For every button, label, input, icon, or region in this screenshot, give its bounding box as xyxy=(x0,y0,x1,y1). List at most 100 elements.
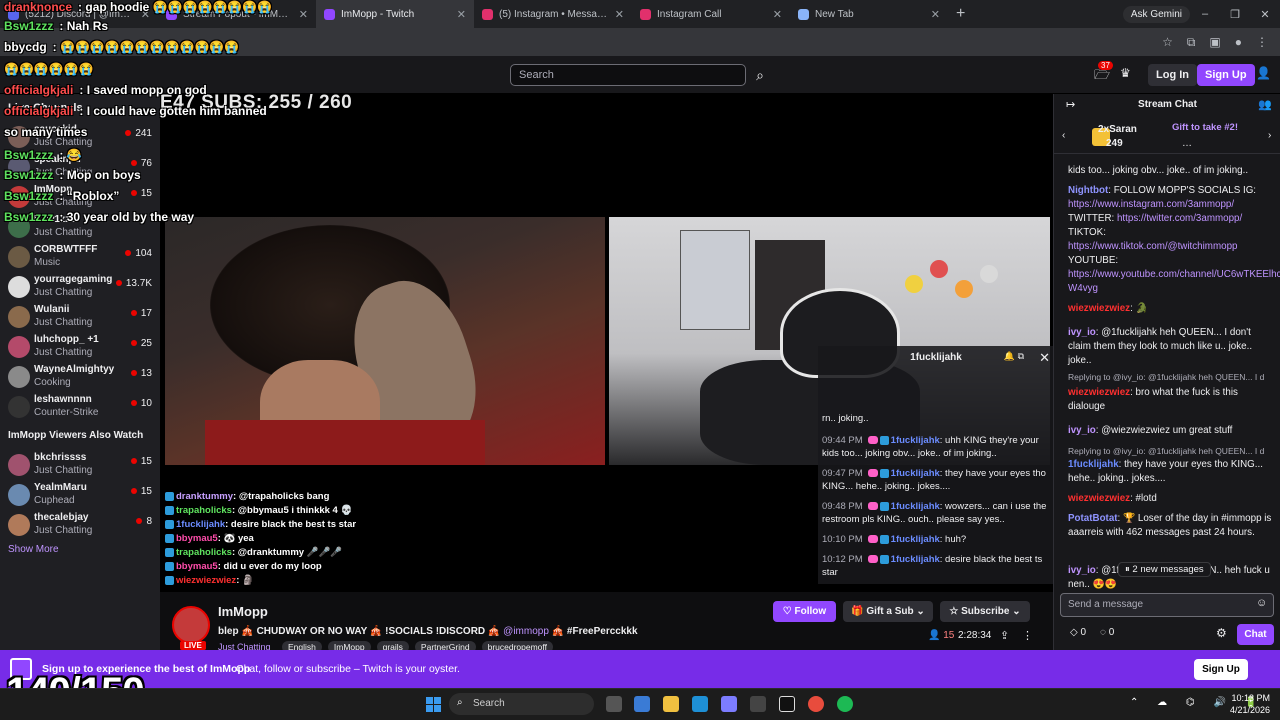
close-icon[interactable]: ✕ xyxy=(1039,350,1050,366)
search-input[interactable]: Search xyxy=(510,64,746,86)
app-icon[interactable] xyxy=(750,696,766,712)
popout-user[interactable]: 1fucklijahk xyxy=(891,468,940,479)
copilot-icon[interactable] xyxy=(634,696,650,712)
popout-actions[interactable]: 🔔 ⧉ xyxy=(1004,351,1024,362)
ask-gemini-button[interactable]: Ask Gemini xyxy=(1122,5,1190,23)
channel-name: thecalebjay xyxy=(34,512,89,523)
file-explorer-icon[interactable] xyxy=(663,696,679,712)
bits-balance[interactable]: ◇ 0 xyxy=(1070,627,1086,638)
browser-tab[interactable]: ImMopp - Twitch ✕ xyxy=(316,0,474,28)
chevron-left-icon[interactable]: ‹ xyxy=(1062,130,1065,141)
overlay-chat-user: Bsw1zzz xyxy=(4,189,54,203)
profile-icon[interactable]: ● xyxy=(1235,35,1242,49)
sidebar-channel[interactable]: yourragegaming Just Chatting 13.7K xyxy=(6,272,154,302)
chat-link[interactable]: https://www.youtube.com/channel/UC6wTKEE… xyxy=(1068,269,1280,294)
sidebar-channel[interactable]: leshawnnnn Counter-Strike 10 xyxy=(6,392,154,422)
channel-name[interactable]: ImMopp xyxy=(218,604,268,619)
title-mention[interactable]: @immopp xyxy=(503,626,549,637)
notification-badge: 37 xyxy=(1098,61,1113,70)
chat-username[interactable]: ivy_io xyxy=(1068,565,1096,576)
new-messages-label: 2 new messages xyxy=(1132,564,1204,575)
chat-username[interactable]: ivy_io xyxy=(1068,327,1096,338)
star-icon[interactable]: ☆ xyxy=(1162,35,1173,49)
chevron-right-icon[interactable]: › xyxy=(1268,130,1271,141)
chat-link[interactable]: https://www.instagram.com/3ammopp/ xyxy=(1068,199,1234,210)
more-options-icon[interactable]: ⋮ xyxy=(1022,629,1033,642)
windows-start-icon[interactable] xyxy=(426,697,441,712)
spotify-icon[interactable] xyxy=(837,696,853,712)
close-tab-icon[interactable]: ✕ xyxy=(615,8,624,21)
taskbar-search[interactable]: Search xyxy=(449,693,594,715)
gift-take-label[interactable]: Gift to take #2! xyxy=(1172,122,1238,133)
follow-button[interactable]: ♡ Follow xyxy=(773,601,836,622)
chat-users-icon[interactable]: 👥 xyxy=(1258,98,1272,111)
prime-icon[interactable]: ♛ xyxy=(1120,66,1131,80)
close-window-icon[interactable]: ✕ xyxy=(1250,8,1280,21)
sidebar-channel[interactable]: thecalebjay Just Chatting 8 xyxy=(6,510,154,540)
search-icon[interactable]: ⌕ xyxy=(749,64,771,86)
banner-signup-button[interactable]: Sign Up xyxy=(1194,659,1248,680)
sidebar-channel[interactable]: luhchopp_ +1 Just Chatting 25 xyxy=(6,332,154,362)
store-icon[interactable] xyxy=(721,696,737,712)
sidebar-channel[interactable]: Wulanii Just Chatting 17 xyxy=(6,302,154,332)
gift-sub-button[interactable]: 🎁 Gift a Sub ⌄ xyxy=(843,601,933,622)
close-tab-icon[interactable]: ✕ xyxy=(299,8,308,21)
overlay-chat-line: officialgkjali: I saved mopp on god xyxy=(4,83,207,97)
terminal-icon[interactable] xyxy=(779,696,795,712)
overlay-chat-user: bbycdg xyxy=(4,40,47,54)
heart-badge-icon xyxy=(867,555,878,564)
sidebar-channel[interactable]: CORBWTFFF Music 104 xyxy=(6,242,154,272)
browser-tab[interactable]: (5) Instagram • Messages ✕ xyxy=(474,0,632,28)
chat-link[interactable]: https://twitter.com/3ammopp/ xyxy=(1117,213,1242,224)
chat-username[interactable]: ivy_io xyxy=(1068,425,1096,436)
chat-username[interactable]: wiezwiezwiez xyxy=(1068,303,1130,314)
popout-user[interactable]: 1fucklijahk xyxy=(891,534,940,545)
show-more-link[interactable]: Show More xyxy=(8,544,59,555)
subscribe-button[interactable]: ☆ Subscribe ⌄ xyxy=(940,601,1030,622)
collapse-chat-icon[interactable]: ↦ xyxy=(1066,98,1075,111)
browser-tab[interactable]: New Tab ✕ xyxy=(790,0,948,28)
signup-button[interactable]: Sign Up xyxy=(1197,64,1255,86)
new-tab-icon[interactable]: + xyxy=(948,5,973,23)
chat-username[interactable]: wiezwiezwiez xyxy=(1068,493,1130,504)
channel-avatar[interactable] xyxy=(172,606,210,644)
chat-send-button[interactable]: Chat xyxy=(1237,624,1274,645)
channel-avatar xyxy=(8,306,30,328)
sidebar-channel[interactable]: bkchrissss Just Chatting 15 xyxy=(6,450,154,480)
chat-link[interactable]: https://www.tiktok.com/@twitchimmopp xyxy=(1068,241,1237,252)
popout-user[interactable]: 1fucklijahk xyxy=(891,554,940,565)
sidebar-channel[interactable]: WayneAlmightyy Cooking 13 xyxy=(6,362,154,392)
edge-icon[interactable] xyxy=(692,696,708,712)
popout-user[interactable]: 1fucklijahk xyxy=(891,435,940,446)
gift-leader-name[interactable]: 2xSaran xyxy=(1098,124,1137,135)
chat-username[interactable]: 1fucklijahk xyxy=(1068,459,1119,470)
task-view-icon[interactable] xyxy=(606,696,622,712)
emote-icon[interactable]: ☺ xyxy=(1256,597,1267,609)
close-tab-icon[interactable]: ✕ xyxy=(931,8,940,21)
sidepanel-icon[interactable]: ▣ xyxy=(1209,35,1220,49)
login-button[interactable]: Log In xyxy=(1148,64,1197,86)
taskbar-clock[interactable]: 10:13 PM 4/21/2026 xyxy=(1230,692,1270,716)
chat-username[interactable]: PotatBotat xyxy=(1068,513,1118,524)
minimize-icon[interactable]: – xyxy=(1190,8,1220,20)
close-tab-icon[interactable]: ✕ xyxy=(457,8,466,21)
channel-points[interactable]: ◌ 0 xyxy=(1100,627,1114,638)
tab-label: (5) Instagram • Messages xyxy=(499,8,609,20)
chat-username[interactable]: Nightbot xyxy=(1068,185,1108,196)
restore-icon[interactable]: ❐ xyxy=(1220,8,1250,21)
popout-user[interactable]: 1fucklijahk xyxy=(891,501,940,512)
close-tab-icon[interactable]: ✕ xyxy=(773,8,782,21)
gear-icon[interactable]: ⚙ xyxy=(1216,626,1227,640)
sidebar-channel[interactable]: YealmMaru Cuphead 15 xyxy=(6,480,154,510)
chrome-icon[interactable] xyxy=(808,696,824,712)
extensions-icon[interactable]: ⧉ xyxy=(1187,35,1196,50)
chat-input[interactable]: Send a message xyxy=(1060,593,1274,617)
follow-label: Follow xyxy=(794,606,827,617)
user-icon[interactable]: 👤 xyxy=(1256,66,1271,80)
popout-message: 10:12 PM 1fucklijahk: desire black the be… xyxy=(822,553,1052,579)
browser-tab[interactable]: Instagram Call ✕ xyxy=(632,0,790,28)
share-icon[interactable]: ⇪ xyxy=(1000,629,1009,642)
menu-icon[interactable]: ⋮ xyxy=(1256,35,1268,49)
chat-username[interactable]: wiezwiezwiez xyxy=(1068,387,1130,398)
new-messages-pill[interactable]: ⏸ 2 new messages xyxy=(1118,562,1211,577)
